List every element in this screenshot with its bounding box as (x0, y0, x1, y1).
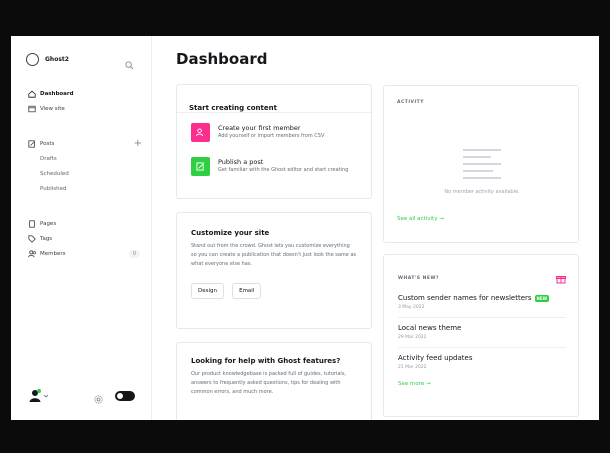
task-publish-post[interactable]: Publish a post Get familiar with the Gho… (191, 157, 358, 176)
news-item[interactable]: Activity feed updates 21 Mar 2022 (398, 348, 566, 377)
primary-nav: Dashboard View site (28, 86, 146, 116)
nav-drafts[interactable]: Drafts (28, 151, 146, 166)
task-publish-post-desc: Get familiar with the Ghost editor and s… (218, 167, 349, 173)
page-title: Dashboard (176, 50, 268, 68)
nav-view-site[interactable]: View site (28, 101, 146, 116)
help-card-desc: Our product knowledgebase is packed full… (191, 371, 347, 395)
nav-published[interactable]: Published (28, 181, 146, 196)
members-count-badge: 0 (128, 249, 140, 258)
nav-members[interactable]: Members 0 (28, 246, 146, 261)
activity-empty-state: No member activity available. (384, 148, 580, 197)
plus-icon[interactable]: + (134, 138, 142, 149)
nav-tags-label: Tags (40, 235, 53, 242)
customize-card-title: Customize your site (191, 229, 270, 237)
nav-scheduled[interactable]: Scheduled (28, 166, 146, 181)
task-publish-post-title: Publish a post (218, 158, 264, 166)
customize-site-card: Customize your site Stand out from the c… (176, 212, 372, 329)
site-name: Ghost2 (45, 56, 69, 63)
see-more-link[interactable]: See more → (398, 381, 566, 387)
news-item-title: Activity feed updates (398, 354, 473, 362)
help-card-title: Looking for help with Ghost features? (191, 357, 341, 365)
nav-view-site-label: View site (40, 105, 65, 112)
news-item-date: 29 Mar 2022 (398, 335, 427, 340)
search-icon[interactable] (125, 55, 134, 74)
whats-new-card: WHAT'S NEW? Custom sender names for news… (383, 254, 579, 417)
nav-pages[interactable]: Pages (28, 216, 146, 231)
nav-tags[interactable]: Tags (28, 231, 146, 246)
site-logo-icon (26, 53, 39, 66)
sidebar-footer (29, 388, 139, 404)
news-item-date: 3 May 2022 (398, 305, 425, 310)
tag-icon (28, 234, 40, 243)
news-item-title: Local news theme (398, 324, 462, 332)
ghost-admin-window: Ghost2 Dashboard View site Posts + Draft… (11, 36, 599, 420)
activity-card: ACTIVITY No member activity available. S… (383, 85, 579, 243)
nav-posts[interactable]: Posts + (28, 136, 146, 151)
content-nav: Posts + Drafts Scheduled Published (28, 136, 146, 196)
activity-label: ACTIVITY (397, 100, 425, 105)
activity-empty-text: No member activity available. (444, 189, 520, 195)
task-create-member-title: Create your first member (218, 124, 301, 132)
see-all-activity-link[interactable]: See all activity → (397, 216, 444, 222)
nav-dashboard[interactable]: Dashboard (28, 86, 146, 101)
task-create-member-desc: Add yourself or import members from CSV (218, 133, 325, 139)
site-nav: Pages Tags Members 0 (28, 216, 146, 261)
nav-published-label: Published (40, 185, 67, 192)
start-card-title: Start creating content (189, 104, 277, 112)
members-icon (28, 249, 40, 258)
nav-posts-label: Posts (40, 140, 55, 147)
start-card-header: Start creating content (177, 85, 371, 113)
gear-icon[interactable] (93, 390, 104, 409)
email-button[interactable]: Email (232, 283, 262, 299)
empty-list-icon (463, 149, 501, 184)
design-button[interactable]: Design (191, 283, 224, 299)
new-badge: NEW (534, 294, 550, 302)
browser-icon (28, 105, 40, 113)
main-content: Dashboard Start creating content Create … (151, 36, 599, 420)
nav-scheduled-label: Scheduled (40, 170, 69, 177)
start-creating-card: Start creating content Create your first… (176, 84, 372, 199)
gift-icon (556, 269, 566, 288)
toggle-icon[interactable] (115, 391, 135, 401)
nav-members-label: Members (40, 250, 66, 257)
page-icon (28, 219, 40, 228)
top-letterbox (0, 0, 610, 36)
news-item[interactable]: Custom sender names for newsletters NEW … (398, 288, 566, 318)
user-menu[interactable] (29, 388, 51, 402)
nav-pages-label: Pages (40, 220, 57, 227)
nav-dashboard-label: Dashboard (40, 90, 74, 97)
member-icon (191, 123, 210, 142)
news-item-date: 21 Mar 2022 (398, 365, 427, 370)
site-brand[interactable]: Ghost2 (26, 53, 69, 66)
toggle-knob (117, 393, 123, 399)
sidebar: Ghost2 Dashboard View site Posts + Draft… (11, 36, 152, 420)
task-create-member[interactable]: Create your first member Add yourself or… (191, 123, 358, 142)
edit-post-icon (191, 157, 210, 176)
home-icon (28, 90, 40, 98)
news-item[interactable]: Local news theme 29 Mar 2022 (398, 318, 566, 348)
nav-drafts-label: Drafts (40, 155, 57, 162)
pencil-icon (28, 139, 40, 148)
customize-card-desc: Stand out from the crowd. Ghost lets you… (191, 243, 357, 267)
bottom-letterbox (0, 420, 610, 453)
whats-new-label: WHAT'S NEW? (398, 276, 440, 281)
help-card: Looking for help with Ghost features? Ou… (176, 342, 372, 420)
news-item-title: Custom sender names for newsletters (398, 294, 532, 302)
